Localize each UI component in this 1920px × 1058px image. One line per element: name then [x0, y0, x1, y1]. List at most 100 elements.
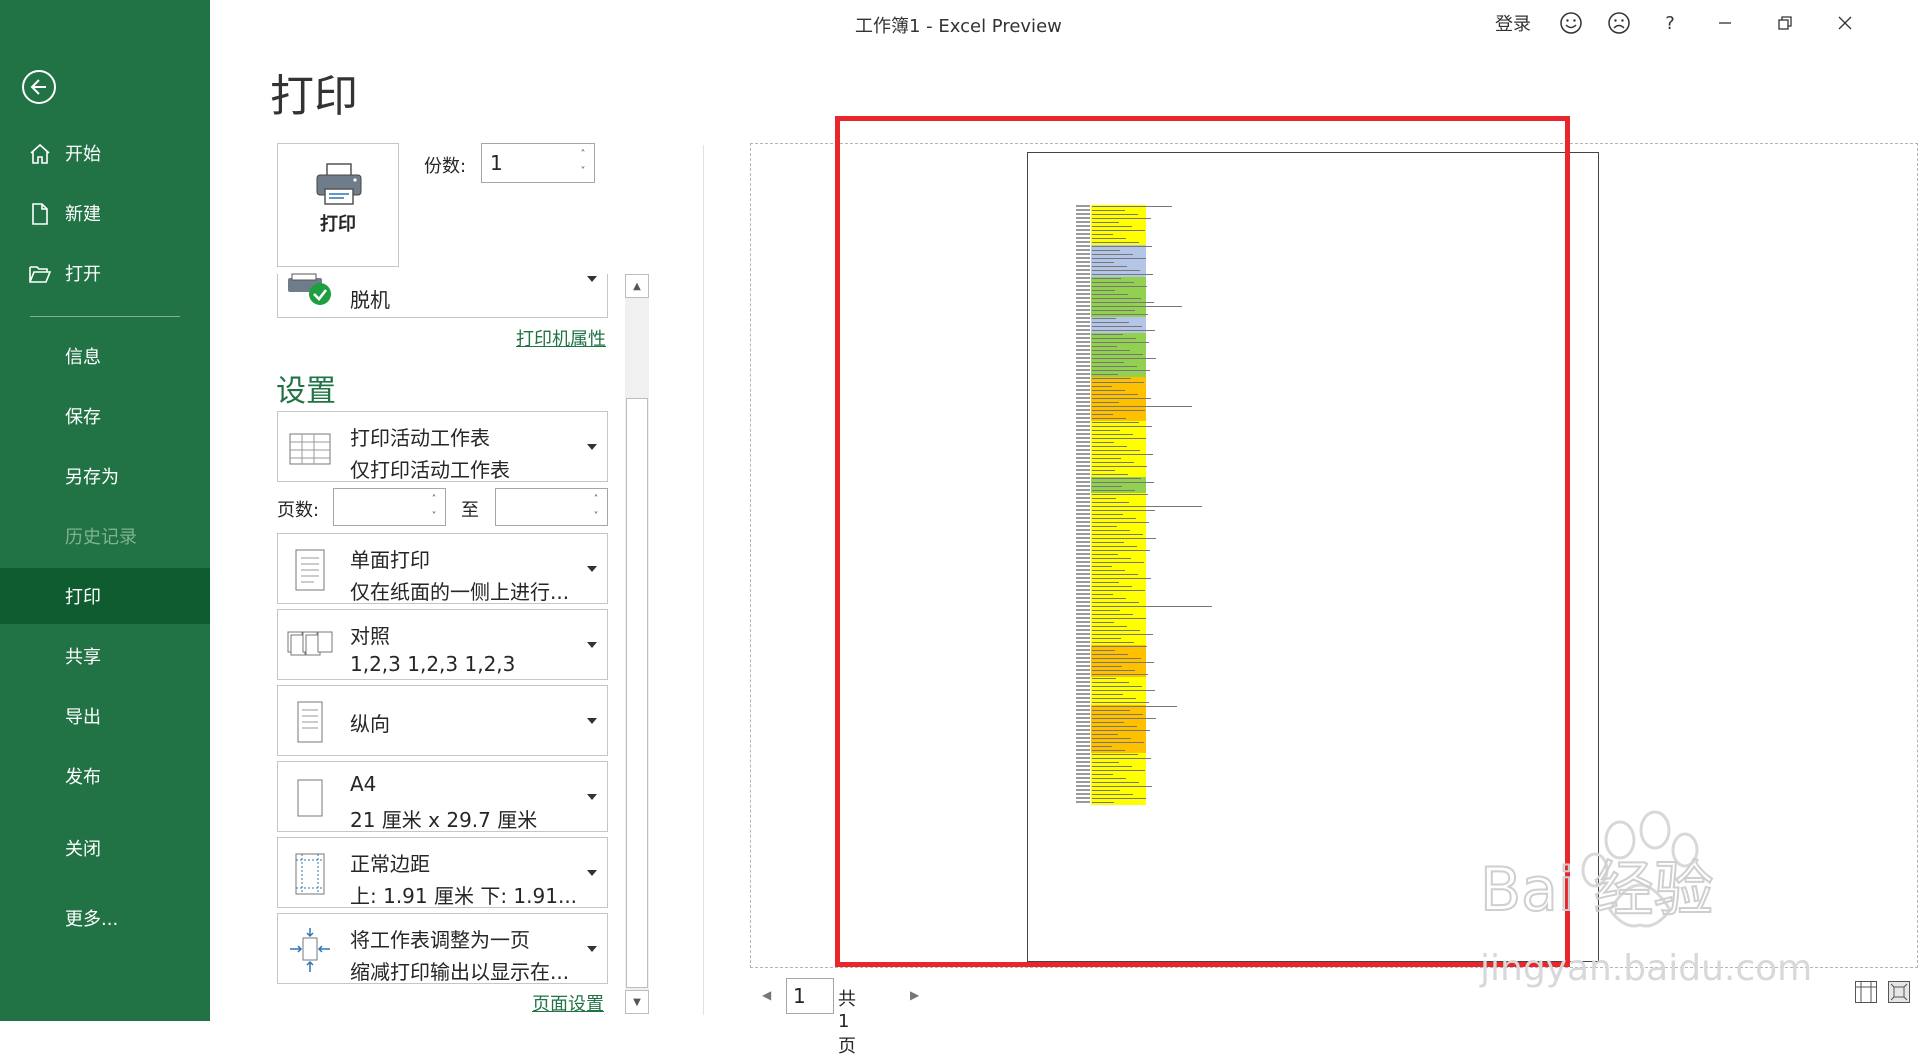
copies-label: 份数: — [424, 156, 467, 177]
current-page-value: 1 — [793, 984, 806, 1008]
spin-arrows-icon[interactable]: ˄ ˅ — [427, 491, 441, 525]
frown-feedback-icon[interactable] — [1604, 8, 1634, 38]
collated-pages-icon — [287, 631, 333, 656]
sidebar-item-home[interactable]: 开始 — [0, 125, 210, 181]
zoom-to-page-icon[interactable] — [1888, 981, 1910, 1003]
option-subtitle: 21 厘米 x 29.7 厘米 — [350, 808, 538, 832]
sidebar-item-open[interactable]: 打开 — [0, 245, 210, 301]
copies-value: 1 — [490, 151, 503, 175]
prev-page-icon[interactable]: ◀ — [762, 988, 771, 1002]
option-title: 单面打印 — [350, 548, 430, 572]
window-title: 工作簿1 - Excel Preview — [855, 16, 1062, 37]
new-file-icon — [28, 202, 52, 226]
print-what-select[interactable]: 打印活动工作表 仅打印活动工作表 — [277, 411, 608, 482]
sidebar-item-export[interactable]: 导出 — [0, 688, 210, 744]
chevron-down-icon — [587, 718, 597, 724]
orientation-select[interactable]: 纵向 — [277, 685, 608, 756]
printer-select[interactable]: 脱机 — [277, 273, 608, 318]
sidebar-item-share[interactable]: 共享 — [0, 628, 210, 684]
sidebar-item-label: 新建 — [65, 204, 101, 225]
pages-to-input[interactable]: ˄ ˅ — [495, 488, 608, 526]
sign-in-link[interactable]: 登录 — [1495, 8, 1531, 38]
spin-arrows-icon[interactable]: ˄ ˅ — [589, 491, 603, 525]
sidebar-item-label: 信息 — [65, 347, 101, 368]
print-button[interactable]: 打印 — [277, 143, 399, 267]
current-page-input[interactable]: 1 — [786, 978, 834, 1014]
option-subtitle: 缩减打印输出以显示在... — [350, 960, 570, 984]
scroll-down-icon[interactable]: ▼ — [625, 990, 649, 1014]
next-page-icon[interactable]: ▶ — [910, 988, 919, 1002]
sidebar-item-label: 保存 — [65, 407, 101, 428]
sidebar-item-history: 历史记录 — [0, 508, 210, 564]
title-bar: 工作簿1 - Excel Preview 登录 ? — [210, 0, 1920, 46]
highlight-annotation-box — [835, 116, 1570, 967]
option-subtitle: 上: 1.91 厘米 下: 1.91... — [350, 884, 578, 908]
restore-icon[interactable] — [1770, 8, 1800, 38]
settings-heading: 设置 — [276, 374, 336, 409]
help-button[interactable]: ? — [1660, 8, 1680, 38]
printer-icon — [316, 163, 362, 205]
option-title: 打印活动工作表 — [350, 426, 490, 450]
printer-ready-icon — [288, 273, 331, 305]
spin-arrows-icon[interactable]: ˄ ˅ — [576, 146, 590, 180]
option-title: 将工作表调整为一页 — [350, 928, 530, 952]
printer-name: 脱机 — [350, 288, 390, 312]
sidebar-item-save[interactable]: 保存 — [0, 388, 210, 444]
options-scrollbar[interactable]: ▲ ▼ — [625, 274, 649, 1014]
pages-to-label: 至 — [461, 500, 479, 521]
chevron-down-icon — [587, 794, 597, 800]
minimize-icon[interactable] — [1710, 8, 1740, 38]
margins-icon — [295, 853, 325, 895]
close-window-icon[interactable] — [1830, 8, 1860, 38]
scrollbar-track[interactable] — [625, 298, 649, 990]
option-title: 纵向 — [350, 712, 390, 736]
sidebar-item-label: 打印 — [65, 587, 101, 608]
page-title: 打印 — [270, 71, 358, 122]
option-title: 正常边距 — [350, 852, 430, 876]
print-button-label: 打印 — [320, 214, 356, 235]
sidebar-item-save-as[interactable]: 另存为 — [0, 448, 210, 504]
sidebar-item-close[interactable]: 关闭 — [0, 820, 210, 876]
panel-divider — [703, 145, 704, 1015]
sidebar-item-new[interactable]: 新建 — [0, 185, 210, 241]
sidebar-item-label: 发布 — [65, 767, 101, 788]
sidebar-item-label: 开始 — [65, 144, 101, 165]
sidebar-item-label: 导出 — [65, 707, 101, 728]
scrollbar-thumb[interactable] — [626, 398, 648, 988]
chevron-down-icon — [587, 870, 597, 876]
sidebar-item-info[interactable]: 信息 — [0, 328, 210, 384]
backstage-sidebar: 开始 新建 打开 信息 保存 另存为 历史记录 打印 共享 导出 发布 关闭 更… — [0, 0, 210, 1021]
sidebar-item-label: 关闭 — [65, 839, 101, 860]
option-title: 对照 — [350, 624, 390, 648]
option-title: A4 — [350, 772, 377, 796]
chevron-down-icon — [587, 566, 597, 572]
pages-label: 页数: — [277, 500, 320, 521]
collate-select[interactable]: 对照 1,2,3 1,2,3 1,2,3 — [277, 609, 608, 680]
sidebar-item-print[interactable]: 打印 — [0, 568, 210, 624]
page-setup-link[interactable]: 页面设置 — [532, 990, 604, 1016]
paper-size-select[interactable]: A4 21 厘米 x 29.7 厘米 — [277, 761, 608, 832]
pages-from-input[interactable]: ˄ ˅ — [333, 488, 446, 526]
sidebar-item-label: 共享 — [65, 647, 101, 668]
portrait-page-icon — [297, 701, 323, 743]
home-icon — [28, 142, 52, 166]
one-sided-page-icon — [295, 549, 325, 591]
sidebar-divider — [30, 316, 180, 317]
sidebar-item-more[interactable]: 更多... — [0, 890, 210, 946]
open-folder-icon — [28, 262, 52, 286]
copies-stepper[interactable]: 1 ˄ ˅ — [481, 143, 595, 183]
sides-select[interactable]: 单面打印 仅在纸面的一侧上进行... — [277, 533, 608, 604]
chevron-down-icon — [587, 276, 597, 282]
worksheet-grid-icon — [289, 433, 331, 465]
sidebar-item-label: 更多... — [65, 909, 119, 930]
scaling-select[interactable]: 将工作表调整为一页 缩减打印输出以显示在... — [277, 913, 608, 984]
printer-properties-link[interactable]: 打印机属性 — [516, 325, 606, 351]
back-arrow-icon[interactable] — [22, 70, 56, 104]
scroll-up-icon[interactable]: ▲ — [625, 274, 649, 298]
chevron-down-icon — [587, 946, 597, 952]
option-subtitle: 仅在纸面的一侧上进行... — [350, 580, 570, 604]
sidebar-item-publish[interactable]: 发布 — [0, 748, 210, 804]
show-margins-icon[interactable] — [1855, 981, 1877, 1003]
margins-select[interactable]: 正常边距 上: 1.91 厘米 下: 1.91... — [277, 837, 608, 908]
smile-feedback-icon[interactable] — [1556, 8, 1586, 38]
